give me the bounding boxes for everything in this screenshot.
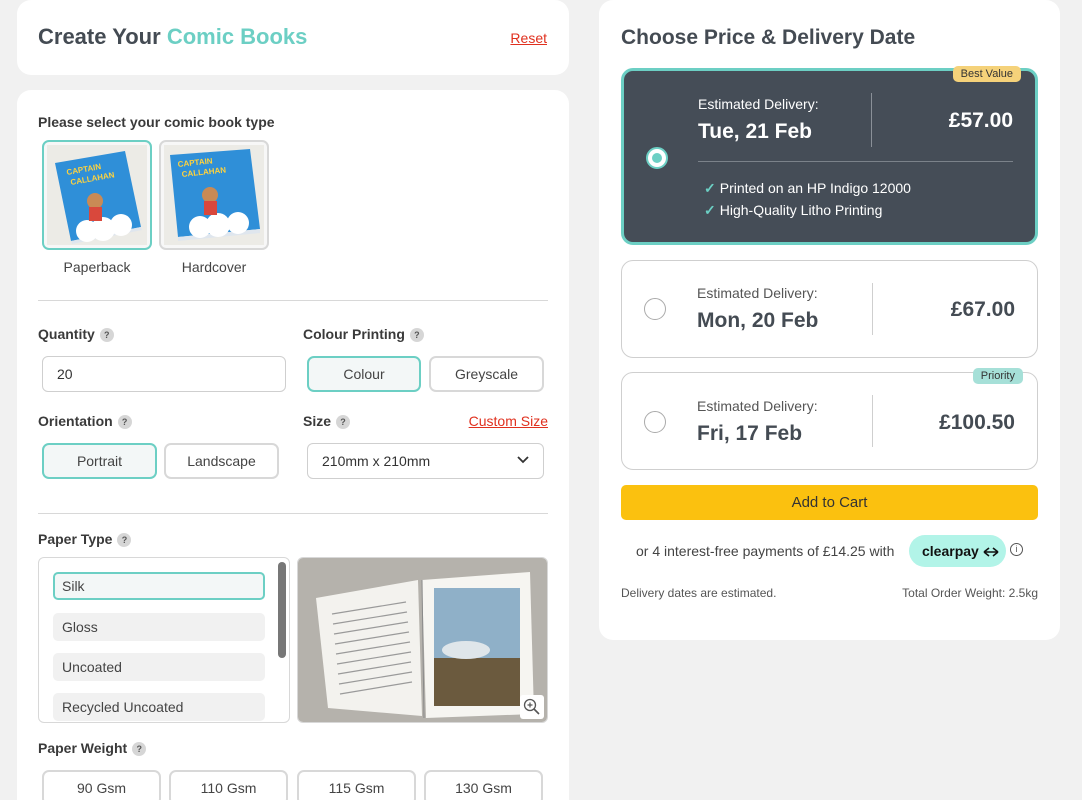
paperback-cover-image: CAPTAIN CALLAHAN xyxy=(47,145,147,245)
size-label: Size xyxy=(303,413,332,429)
options-card: Please select your comic book type CAPTA… xyxy=(17,90,569,800)
size-label-row: Size? xyxy=(303,413,351,430)
radio-button[interactable] xyxy=(644,411,666,433)
delivery-date: Tue, 21 Feb xyxy=(698,120,812,143)
radio-button[interactable] xyxy=(644,298,666,320)
delivery-date: Mon, 20 Feb xyxy=(697,309,819,332)
price: £57.00 xyxy=(948,109,1013,132)
radio-button[interactable] xyxy=(646,147,668,169)
hardcover-caption: Hardcover xyxy=(181,259,247,275)
clearpay-label: clearpay xyxy=(922,543,979,559)
page-title: Create Your Comic Books xyxy=(38,24,307,50)
clearpay-button[interactable]: clearpay xyxy=(909,535,1006,567)
order-weight: Total Order Weight: 2.5kg xyxy=(902,586,1038,600)
divider xyxy=(38,300,548,301)
greyscale-button[interactable]: Greyscale xyxy=(429,356,544,392)
price: £67.00 xyxy=(950,298,1015,321)
delivery-option-3[interactable]: Priority Estimated Delivery: Fri, 17 Feb… xyxy=(621,368,1038,470)
hardcover-option[interactable]: CAPTAIN CALLAHAN xyxy=(159,140,269,250)
delivery-note: Delivery dates are estimated. xyxy=(621,586,777,600)
landscape-button[interactable]: Landscape xyxy=(164,443,279,479)
paper-type-label: Paper Type xyxy=(38,531,113,547)
paper-preview xyxy=(297,557,548,723)
weight-90-button[interactable]: 90 Gsm xyxy=(42,770,161,800)
add-to-cart-button[interactable]: Add to Cart xyxy=(621,485,1038,520)
help-icon[interactable]: ? xyxy=(336,415,351,430)
divider xyxy=(698,161,1013,162)
portrait-button[interactable]: Portrait xyxy=(42,443,157,479)
paperback-caption: Paperback xyxy=(63,259,131,275)
estimated-delivery-label: Estimated Delivery: xyxy=(697,398,818,414)
hardcover-cover-image: CAPTAIN CALLAHAN xyxy=(164,145,264,245)
orientation-label-row: Orientation? xyxy=(38,413,132,430)
colour-printing-label-row: Colour Printing? xyxy=(303,326,424,343)
price-title: Choose Price & Delivery Date xyxy=(621,26,916,49)
paper-option-silk[interactable]: Silk xyxy=(53,572,265,600)
paper-option-uncoated[interactable]: Uncoated xyxy=(53,653,265,681)
check-icon: ✓ xyxy=(704,180,716,196)
chevron-down-icon xyxy=(517,456,529,464)
priority-badge: Priority xyxy=(972,368,1023,384)
paper-type-label-row: Paper Type? xyxy=(38,531,132,548)
header-card: Create Your Comic Books Reset xyxy=(17,0,569,75)
divider xyxy=(872,283,873,335)
quantity-label: Quantity xyxy=(38,326,95,342)
estimated-delivery-label: Estimated Delivery: xyxy=(698,96,819,112)
title-prefix: Create Your xyxy=(38,24,161,49)
clearpay-arrows-icon xyxy=(983,547,999,557)
quantity-input[interactable]: 20 xyxy=(42,356,286,392)
paper-type-list: Silk Gloss Uncoated Recycled Uncoated xyxy=(38,557,290,723)
delivery-date: Fri, 17 Feb xyxy=(697,422,803,445)
help-icon[interactable]: ? xyxy=(132,742,147,757)
size-select-value: 210mm x 210mm xyxy=(322,453,431,469)
weight-110-button[interactable]: 110 Gsm xyxy=(169,770,288,800)
zoom-button[interactable] xyxy=(520,695,544,719)
reset-link[interactable]: Reset xyxy=(510,30,547,46)
colour-printing-label: Colour Printing xyxy=(303,326,405,342)
divider xyxy=(871,93,872,147)
feature-text: High-Quality Litho Printing xyxy=(719,202,883,218)
delivery-option-1[interactable]: Best Value Estimated Delivery: Tue, 21 F… xyxy=(621,66,1038,245)
price-card: Choose Price & Delivery Date Best Value … xyxy=(599,0,1060,640)
paper-weight-label: Paper Weight xyxy=(38,740,128,756)
payments-text: or 4 interest-free payments of £14.25 wi… xyxy=(636,543,895,559)
help-icon[interactable]: ? xyxy=(99,328,114,343)
divider xyxy=(38,513,548,514)
custom-size-link[interactable]: Custom Size xyxy=(469,413,548,429)
feature-1: ✓ Printed on an HP Indigo 12000 xyxy=(704,180,911,197)
book-type-label: Please select your comic book type xyxy=(38,114,275,130)
title-accent: Comic Books xyxy=(166,24,308,49)
paper-option-recycled-uncoated[interactable]: Recycled Uncoated xyxy=(53,693,265,721)
feature-2: ✓ High-Quality Litho Printing xyxy=(704,202,882,219)
zoom-in-icon xyxy=(523,698,540,715)
price: £100.50 xyxy=(939,411,1015,434)
estimated-delivery-label: Estimated Delivery: xyxy=(697,285,818,301)
colour-button[interactable]: Colour xyxy=(307,356,421,392)
check-icon: ✓ xyxy=(704,202,716,218)
divider xyxy=(872,395,873,447)
info-icon[interactable]: i xyxy=(1010,543,1023,556)
size-select[interactable]: 210mm x 210mm xyxy=(307,443,544,479)
feature-text: Printed on an HP Indigo 12000 xyxy=(719,180,911,196)
best-value-badge: Best Value xyxy=(952,66,1021,82)
paper-option-gloss[interactable]: Gloss xyxy=(53,613,265,641)
quantity-label-row: Quantity? xyxy=(38,326,114,343)
scrollbar-thumb[interactable] xyxy=(278,562,286,658)
help-icon[interactable]: ? xyxy=(117,415,132,430)
orientation-label: Orientation xyxy=(38,413,113,429)
weight-115-button[interactable]: 115 Gsm xyxy=(297,770,416,800)
delivery-option-2[interactable]: Estimated Delivery: Mon, 20 Feb £67.00 xyxy=(621,260,1038,358)
paperback-option[interactable]: CAPTAIN CALLAHAN xyxy=(42,140,152,250)
paper-weight-label-row: Paper Weight? xyxy=(38,740,147,757)
open-book-image xyxy=(298,558,547,722)
weight-130-button[interactable]: 130 Gsm xyxy=(424,770,543,800)
help-icon[interactable]: ? xyxy=(409,328,424,343)
help-icon[interactable]: ? xyxy=(117,533,132,548)
